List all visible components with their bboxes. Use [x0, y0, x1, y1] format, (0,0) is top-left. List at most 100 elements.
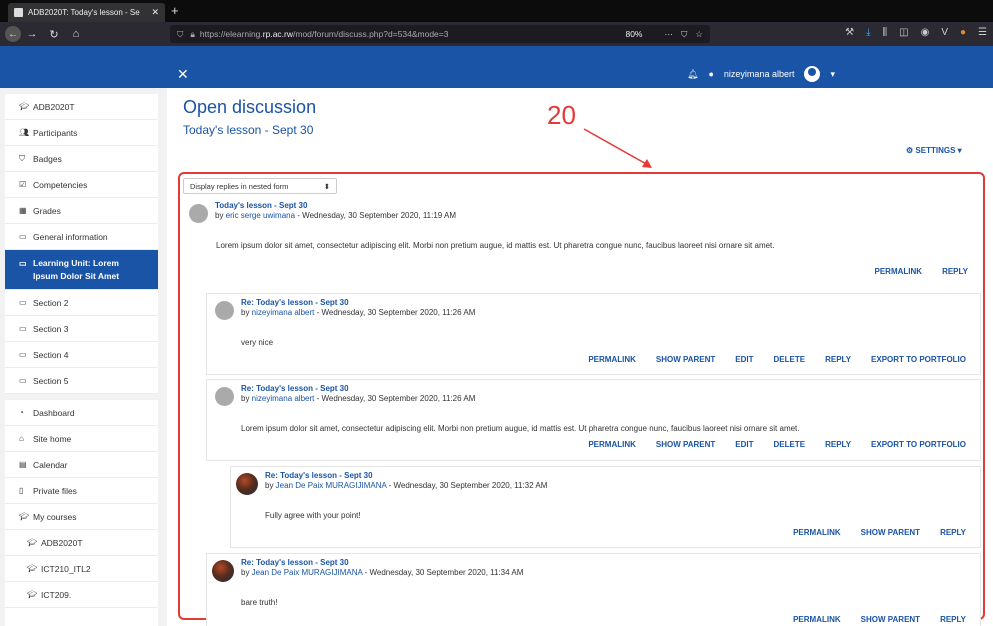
home-icon[interactable]: ⌂	[65, 28, 87, 40]
sidebar-item-learning-unit[interactable]: ▭ Learning Unit: Lorem Ipsum Dolor Sit Am…	[5, 250, 158, 290]
delete-link[interactable]: DELETE	[774, 355, 806, 364]
user-avatar[interactable]	[804, 66, 821, 82]
select-chevron-icon: ⬍	[323, 182, 330, 191]
permalink-link[interactable]: PERMALINK	[793, 528, 841, 537]
delete-link[interactable]: DELETE	[774, 440, 806, 449]
post-byline: by Jean De Paix MURAGIJIMANA - Wednesday…	[265, 481, 547, 490]
extension-cookie-icon[interactable]: ●	[960, 27, 966, 38]
sidebar-item-site-home[interactable]: ⌂ Site home	[5, 426, 158, 452]
zoom-level[interactable]: 80%	[625, 29, 642, 39]
show-parent-link[interactable]: SHOW PARENT	[861, 615, 920, 624]
user-menu-chevron-icon[interactable]: ▾	[830, 69, 835, 80]
reply-link[interactable]: REPLY	[942, 267, 968, 276]
dashboard-icon: ◔	[19, 408, 24, 417]
extension-wrench-icon[interactable]: ⚒	[845, 27, 854, 38]
back-icon[interactable]: ←	[5, 26, 21, 42]
user-name[interactable]: nizeyimana albert	[724, 69, 795, 79]
graduation-cap-icon: 🎓︎	[27, 590, 38, 599]
sidebar-item-label: My courses	[33, 511, 77, 522]
permalink-link[interactable]: PERMALINK	[588, 355, 636, 364]
user-avatar[interactable]	[236, 473, 258, 495]
sidebar-item-grades[interactable]: ▦ Grades	[5, 198, 158, 224]
sidebar-item-my-courses[interactable]: 🎓︎ My courses	[5, 504, 158, 530]
new-tab-icon[interactable]: +	[171, 3, 179, 18]
sidebar-item-label: ADB2020T	[41, 537, 83, 548]
byline-prefix: by	[265, 481, 276, 490]
display-mode-select[interactable]: Display replies in nested form ⬍	[183, 178, 337, 194]
sidebar-item-course-adb2020t[interactable]: 🎓︎ ADB2020T	[5, 530, 158, 556]
post-author-link[interactable]: eric serge uwimana	[226, 211, 295, 220]
sidebar-item-section-5[interactable]: ▭ Section 5	[5, 368, 158, 394]
sidebar-item-participants[interactable]: 👥︎ Participants	[5, 120, 158, 146]
url-bar[interactable]: ⛉ 🔒︎ https://elearning. rp.ac.rw/mod/foru…	[170, 25, 710, 43]
post-message: Fully agree with your point!	[265, 511, 361, 520]
settings-menu[interactable]: ⚙ SETTINGS ▾	[906, 146, 962, 155]
edit-link[interactable]: EDIT	[735, 440, 753, 449]
library-icon[interactable]: ⫼	[883, 27, 888, 38]
post-author-link[interactable]: nizeyimana albert	[252, 308, 315, 317]
forum-post: Re: Today's lesson - Sept 30 by nizeyima…	[206, 379, 981, 461]
bookmark-star-icon[interactable]: ☆	[695, 29, 703, 40]
permalink-link[interactable]: PERMALINK	[588, 440, 636, 449]
more-icon[interactable]: ⋯	[664, 29, 673, 40]
url-prefix: https://elearning.	[199, 29, 263, 39]
folder-icon: ▭	[19, 259, 27, 268]
post-commands: PERMALINK REPLY	[875, 267, 969, 276]
sidebar-item-section-4[interactable]: ▭ Section 4	[5, 342, 158, 368]
reply-link[interactable]: REPLY	[825, 440, 851, 449]
post-subject: Re: Today's lesson - Sept 30	[241, 384, 349, 393]
sidebar-item-private-files[interactable]: ▯ Private files	[5, 478, 158, 504]
reply-link[interactable]: REPLY	[825, 355, 851, 364]
sidebar-item-general-information[interactable]: ▭ General information	[5, 224, 158, 250]
sidebar-item-course[interactable]: 🎓︎ ADB2020T	[5, 94, 158, 120]
home-icon: ⌂	[19, 434, 24, 443]
graduation-cap-icon: 🎓︎	[27, 538, 38, 547]
reload-icon[interactable]: ↻	[43, 28, 65, 41]
permalink-link[interactable]: PERMALINK	[793, 615, 841, 624]
post-author-link[interactable]: Jean De Paix MURAGIJIMANA	[276, 481, 387, 490]
show-parent-link[interactable]: SHOW PARENT	[861, 528, 920, 537]
post-message: Lorem ipsum dolor sit amet, consectetur …	[241, 424, 800, 433]
show-parent-link[interactable]: SHOW PARENT	[656, 355, 715, 364]
sidebar-item-badges[interactable]: ⛉ Badges	[5, 146, 158, 172]
tab-title: ADB2020T: Today's lesson - Se	[28, 8, 140, 17]
extension-v-icon[interactable]: V	[941, 27, 948, 38]
gear-icon: ⚙	[906, 146, 916, 155]
menu-icon[interactable]: ☰	[978, 27, 987, 38]
sidebar-item-dashboard[interactable]: ◔ Dashboard	[5, 400, 158, 426]
annotation-arrow	[583, 128, 652, 168]
post-author-link[interactable]: Jean De Paix MURAGIJIMANA	[252, 568, 363, 577]
sidebar-toggle-icon[interactable]: ◫	[899, 27, 908, 38]
sidebar-item-course-ict209[interactable]: 🎓︎ ICT209.	[5, 582, 158, 608]
download-icon[interactable]: ⤓	[866, 27, 870, 38]
user-avatar[interactable]	[215, 387, 234, 406]
permalink-link[interactable]: PERMALINK	[875, 267, 923, 276]
reply-link[interactable]: REPLY	[940, 615, 966, 624]
user-avatar[interactable]	[215, 301, 234, 320]
browser-tab[interactable]: ADB2020T: Today's lesson - Se ✕	[8, 3, 165, 22]
messages-icon[interactable]: ●	[708, 69, 713, 79]
close-tab-icon[interactable]: ✕	[151, 7, 159, 18]
post-author-link[interactable]: nizeyimana albert	[252, 394, 315, 403]
export-portfolio-link[interactable]: EXPORT TO PORTFOLIO	[871, 355, 966, 364]
sidebar-item-section-3[interactable]: ▭ Section 3	[5, 316, 158, 342]
forward-icon[interactable]: →	[21, 28, 43, 40]
sidebar-item-calendar[interactable]: ▤ Calendar	[5, 452, 158, 478]
pocket-icon[interactable]: ⛉	[681, 29, 687, 40]
reply-link[interactable]: REPLY	[940, 528, 966, 537]
show-parent-link[interactable]: SHOW PARENT	[656, 440, 715, 449]
export-portfolio-link[interactable]: EXPORT TO PORTFOLIO	[871, 440, 966, 449]
lock-icon: 🔒︎	[190, 28, 195, 39]
sidebar-item-competencies[interactable]: ☑ Competencies	[5, 172, 158, 198]
user-avatar[interactable]	[189, 204, 208, 223]
post-byline: by eric serge uwimana - Wednesday, 30 Se…	[215, 211, 456, 220]
extension-icon[interactable]: ◉	[921, 27, 930, 38]
notification-bell-icon[interactable]: 🔔︎	[687, 69, 698, 80]
sidebar-item-course-ict210[interactable]: 🎓︎ ICT210_ITL2	[5, 556, 158, 582]
post-date: - Wednesday, 30 September 2020, 11:26 AM	[314, 308, 476, 317]
display-mode-value: Display replies in nested form	[190, 182, 289, 191]
user-avatar[interactable]	[212, 560, 234, 582]
close-drawer-icon[interactable]: ✕	[177, 66, 189, 83]
edit-link[interactable]: EDIT	[735, 355, 753, 364]
sidebar-item-section-2[interactable]: ▭ Section 2	[5, 290, 158, 316]
